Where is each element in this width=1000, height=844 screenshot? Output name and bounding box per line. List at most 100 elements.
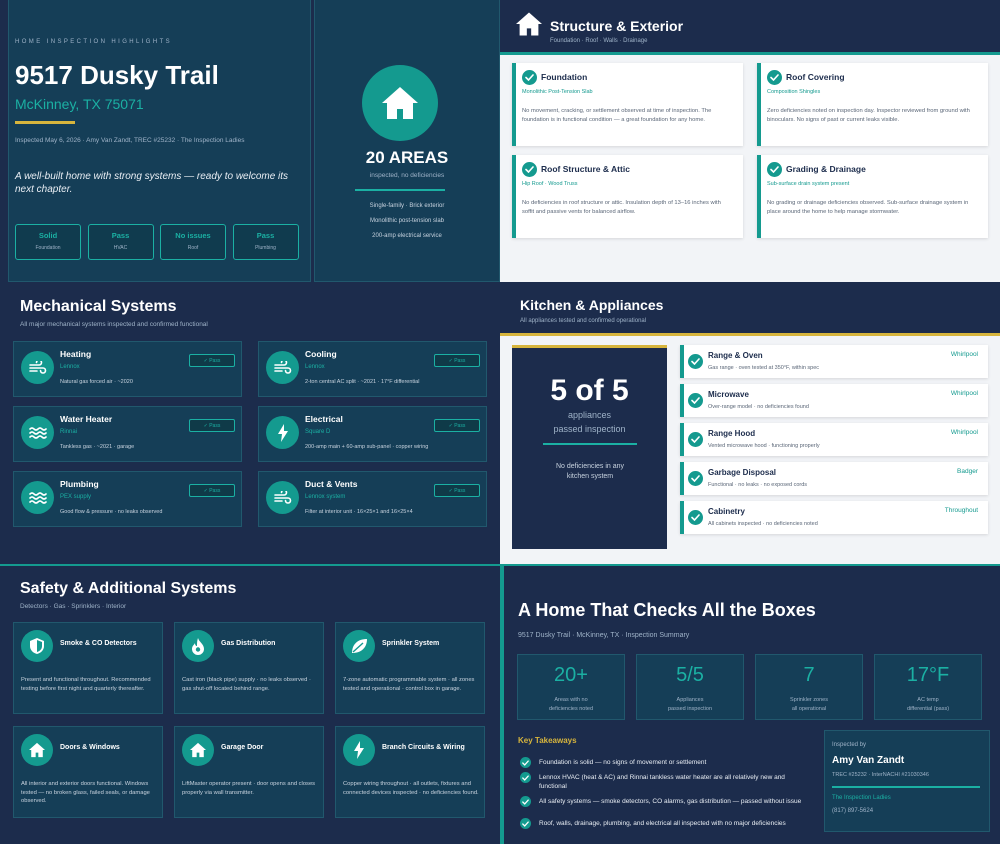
inspector-rule	[832, 786, 980, 788]
pass-badge: ✓ Pass	[434, 484, 480, 497]
takeaways-title: Key Takeaways	[518, 736, 577, 745]
kitchen-item-brand: Whirlpool	[950, 351, 978, 358]
kitchen-item-brand: Throughout	[944, 507, 978, 514]
structure-card-title: Grading & Drainage	[786, 164, 866, 174]
mechanical-card-brand: Lennox	[305, 364, 325, 370]
hero-fact-0: Single-family · Brick exterior	[369, 203, 445, 209]
mechanical-card-title: Duct & Vents	[305, 479, 358, 489]
mechanical-panel: Mechanical Systems All major mechanical …	[0, 282, 500, 564]
mechanical-card-title: Plumbing	[60, 479, 99, 489]
check-icon	[522, 70, 537, 85]
structure-card-body: No movement, cracking, or settlement obs…	[522, 108, 712, 123]
hero-right-card	[314, 0, 500, 282]
kitchen-item-title: Range & Oven	[708, 351, 763, 360]
takeaway-item: All safety systems — smoke detectors, CO…	[539, 798, 802, 805]
hero-stat-label: HVAC	[113, 245, 128, 251]
water-icon	[21, 481, 54, 514]
mechanical-title: Mechanical Systems	[20, 298, 177, 315]
mechanical-card-brand: Lennox	[60, 364, 80, 370]
kitchen-subtitle: All appliances tested and confirmed oper…	[520, 318, 647, 324]
kitchen-item	[680, 384, 988, 417]
kitchen-item-desc: All cabinets inspected · no deficiencies…	[708, 521, 818, 527]
pass-badge: ✓ Pass	[434, 419, 480, 432]
check-icon	[522, 162, 537, 177]
structure-card-title: Roof Covering	[786, 72, 845, 82]
check-icon	[688, 393, 703, 408]
kitchen-panel: Kitchen & Appliances All appliances test…	[500, 282, 1000, 564]
safety-panel: Safety & Additional Systems Detectors · …	[0, 564, 500, 844]
hero-divider	[355, 189, 445, 191]
takeaway-item: Lennox HVAC (heat & AC) and Rinnai tankl…	[539, 774, 785, 790]
structure-card-title: Foundation	[541, 72, 588, 82]
home-icon	[182, 734, 214, 766]
summary-stat-l2: deficiencies noted	[548, 706, 594, 712]
mechanical-card-desc: 200-amp main + 60-amp sub-panel · copper…	[305, 444, 429, 450]
kitchen-item	[680, 423, 988, 456]
mechanical-card-desc: Tankless gas · ~2021 · garage	[60, 444, 135, 450]
leaf-icon	[343, 630, 375, 662]
structure-card-body: No grading or drainage deficiencies obse…	[767, 200, 969, 215]
kitchen-title: Kitchen & Appliances	[520, 297, 664, 313]
kitchen-item-brand: Badger	[957, 468, 978, 475]
summary-stat-l1: Appliances	[676, 697, 704, 703]
hero-address: 9517 Dusky Trail	[15, 60, 219, 90]
hero-stat-card	[87, 224, 154, 260]
kitchen-item-desc: Functional · no leaks · no exposed cords	[708, 482, 808, 488]
summary-stat-l2: passed inspection	[667, 706, 713, 712]
structure-card-sub: Monolithic Post-Tension Slab	[522, 89, 593, 95]
inspector-label: Inspected by	[832, 742, 867, 748]
kitchen-item-title: Cabinetry	[708, 507, 745, 516]
hero-stat-label: Foundation	[35, 245, 61, 251]
hero-stat-value: Solid	[38, 231, 58, 240]
structure-card-sub: Sub-surface drain system present	[767, 181, 850, 187]
mechanical-card-brand: Lennox system	[305, 494, 346, 500]
wind-icon	[21, 351, 54, 384]
safety-card-body: Copper wiring throughout · all outlets, …	[343, 781, 479, 796]
hero-big-number: 20 AREAS	[365, 148, 449, 167]
flame-icon	[182, 630, 214, 662]
takeaway-item: Roof, walls, drainage, plumbing, and ele…	[539, 820, 786, 827]
mechanical-card-desc: Natural gas forced air · ~2020	[60, 379, 133, 385]
hero-stat-label: Roof	[187, 245, 199, 251]
hero-meta: Inspected May 6, 2026 · Amy Van Zandt, T…	[15, 137, 245, 144]
check-icon	[688, 354, 703, 369]
kitchen-item	[680, 345, 988, 378]
hero-stat-card	[15, 224, 81, 260]
safety-card-title: Garage Door	[221, 744, 264, 751]
kitchen-item	[680, 501, 988, 534]
hero-stat-card	[160, 224, 226, 260]
kitchen-big-l2: passed inspection	[553, 424, 626, 434]
check-icon	[688, 432, 703, 447]
bolt-icon	[343, 734, 375, 766]
safety-subtitle: Detectors · Gas · Sprinklers · Interior	[20, 603, 127, 610]
hero-city: McKinney, TX 75071	[15, 96, 144, 112]
mechanical-subtitle: All major mechanical systems inspected a…	[20, 321, 208, 328]
pass-badge: ✓ Pass	[189, 484, 235, 497]
hero-stat-value: No issues	[175, 231, 211, 240]
mechanical-card-title: Water Heater	[60, 414, 113, 424]
summary-stat-value: 20+	[554, 664, 588, 686]
inspector-phone[interactable]: (817) 897-5624	[832, 808, 873, 814]
kitchen-item	[680, 462, 988, 495]
kitchen-item-title: Range Hood	[708, 429, 756, 438]
kitchen-divider	[543, 443, 637, 445]
summary-stat-value: 7	[803, 664, 815, 686]
kitchen-header-rule	[500, 333, 1000, 336]
structure-card-sub: Composition Shingles	[767, 89, 821, 95]
summary-subtitle: 9517 Dusky Trail · McKinney, TX · Inspec…	[518, 632, 690, 639]
structure-title: Structure & Exterior	[550, 18, 684, 34]
summary-stat-value: 5/5	[676, 664, 704, 686]
kitchen-big-l1: appliances	[567, 410, 612, 420]
kitchen-item-title: Garbage Disposal	[708, 468, 777, 477]
pass-badge: ✓ Pass	[434, 354, 480, 367]
hero-fact-1: Monolithic post-tension slab	[369, 218, 445, 224]
mechanical-card-title: Cooling	[305, 349, 337, 359]
inspector-company[interactable]: The Inspection Ladies	[832, 795, 891, 801]
inspector-ids: TREC #25232 · InterNACHI #21030346	[832, 772, 929, 778]
safety-card-title: Smoke & CO Detectors	[60, 640, 137, 647]
wind-icon	[266, 481, 299, 514]
structure-card-body: Zero deficiencies noted on inspection da…	[767, 108, 970, 123]
kitchen-item-title: Microwave	[708, 390, 749, 399]
safety-card-title: Sprinkler System	[382, 640, 440, 647]
hero-fact-2: 200-amp electrical service	[372, 233, 442, 239]
